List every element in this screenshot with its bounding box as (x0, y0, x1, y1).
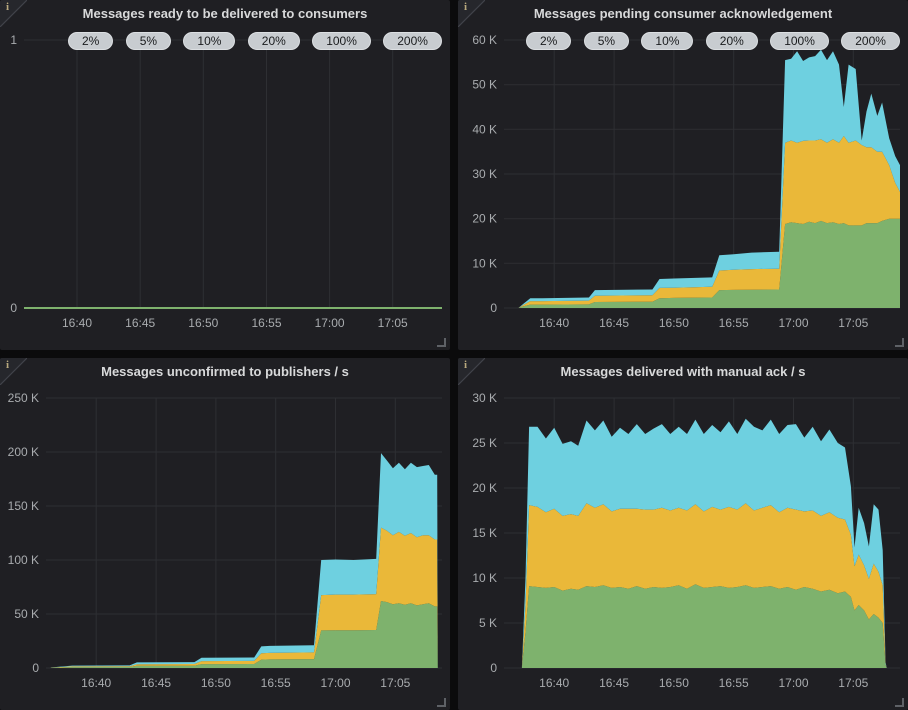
x-tick-label: 16:50 (659, 316, 689, 330)
legend-badge-200pct[interactable]: 200% (841, 32, 900, 50)
chart-plot[interactable]: 0 5 K 10 K 15 K 20 K 25 K 30 K 16:40 16:45 16:50 1… (458, 358, 908, 710)
legend-badge-20pct[interactable]: 20% (706, 32, 758, 50)
grid (24, 40, 442, 308)
chart-plot[interactable]: 0 50 K 100 K 150 K 200 K 250 K 16:40 16:45 16:50… (0, 358, 450, 710)
y-tick-label: 25 K (472, 436, 497, 450)
y-tick-label: 20 K (472, 481, 497, 495)
y-tick-label: 0 (490, 301, 497, 315)
x-tick-label: 17:05 (378, 316, 408, 330)
chart-plot[interactable]: 0 10 K 20 K 30 K 40 K 50 K 60 K 16:40 16:45 16:50… (458, 0, 908, 350)
x-tick-label: 16:50 (188, 316, 218, 330)
info-corner-triangle (0, 358, 27, 385)
legend-badge-2pct[interactable]: 2% (526, 32, 571, 50)
panel-info-corner[interactable]: i (0, 0, 27, 27)
y-tick-label: 0 (490, 661, 497, 675)
y-tick-label: 0 (32, 661, 39, 675)
y-tick-label: 150 K (8, 499, 39, 513)
panel-info-corner[interactable]: i (458, 358, 485, 385)
legend-badge-20pct[interactable]: 20% (248, 32, 300, 50)
y-tick-label: 60 K (472, 33, 497, 47)
area-green-series (522, 584, 887, 668)
x-tick-label: 16:40 (62, 316, 92, 330)
chart-plot[interactable]: 0 1 16:40 16:45 16:50 16:55 17:00 17:05 (0, 0, 450, 350)
panel-title[interactable]: Messages ready to be delivered to consum… (28, 6, 422, 21)
chart-svg: 0 10 K 20 K 30 K 40 K 50 K 60 K 16:40 16:45 16:50… (458, 0, 908, 350)
chart-svg: 0 1 16:40 16:45 16:50 16:55 17:00 17:05 (0, 0, 450, 350)
x-tick-label: 17:05 (838, 316, 868, 330)
panel-resize-handle[interactable] (895, 338, 904, 347)
legend-badge-100pct[interactable]: 100% (312, 32, 371, 50)
panel-messages-unconfirmed: i Messages unconfirmed to publishers / s… (0, 358, 450, 710)
x-tick-label: 17:05 (380, 676, 410, 690)
x-tick-label: 16:50 (659, 676, 689, 690)
info-icon: i (464, 1, 467, 13)
legend-badge-100pct[interactable]: 100% (770, 32, 829, 50)
x-tick-label: 16:45 (125, 316, 155, 330)
x-tick-label: 16:55 (719, 316, 749, 330)
y-tick-label: 0 (10, 301, 17, 315)
y-tick-label: 10 K (472, 256, 497, 270)
x-tick-label: 16:40 (539, 676, 569, 690)
panel-info-corner[interactable]: i (458, 0, 485, 27)
y-tick-label: 15 K (472, 526, 497, 540)
x-tick-label: 16:55 (251, 316, 281, 330)
y-tick-label: 1 (10, 33, 17, 47)
y-tick-label: 50 K (472, 78, 497, 92)
x-tick-label: 17:00 (778, 316, 808, 330)
x-tick-label: 16:55 (261, 676, 291, 690)
panel-resize-handle[interactable] (437, 698, 446, 707)
legend-badges-row: 2% 5% 10% 20% 100% 200% (526, 32, 900, 50)
info-corner-triangle (458, 358, 485, 385)
x-tick-label: 16:50 (201, 676, 231, 690)
panel-title[interactable]: Messages delivered with manual ack / s (486, 364, 880, 379)
legend-badge-10pct[interactable]: 10% (183, 32, 235, 50)
y-tick-label: 30 K (472, 167, 497, 181)
panel-messages-delivered: i Messages delivered with manual ack / s… (458, 358, 908, 710)
chart-svg: 0 5 K 10 K 15 K 20 K 25 K 30 K 16:40 16:45 16:50 1… (458, 358, 908, 710)
legend-badge-5pct[interactable]: 5% (126, 32, 171, 50)
y-tick-label: 30 K (472, 391, 497, 405)
chart-svg: 0 50 K 100 K 150 K 200 K 250 K 16:40 16:45 16:50… (0, 358, 450, 710)
y-tick-label: 250 K (8, 391, 39, 405)
panel-info-corner[interactable]: i (0, 358, 27, 385)
y-tick-label: 100 K (8, 553, 39, 567)
x-tick-label: 16:55 (719, 676, 749, 690)
info-icon: i (6, 1, 9, 13)
legend-badge-5pct[interactable]: 5% (584, 32, 629, 50)
info-icon: i (464, 359, 467, 371)
info-icon: i (6, 359, 9, 371)
y-tick-label: 20 K (472, 212, 497, 226)
panel-resize-handle[interactable] (895, 698, 904, 707)
x-tick-label: 16:40 (81, 676, 111, 690)
y-tick-label: 200 K (8, 445, 39, 459)
x-tick-label: 16:45 (599, 676, 629, 690)
x-tick-label: 17:05 (838, 676, 868, 690)
legend-badge-10pct[interactable]: 10% (641, 32, 693, 50)
y-tick-label: 5 K (479, 616, 497, 630)
panel-messages-pending: i Messages pending consumer acknowledgem… (458, 0, 908, 350)
panel-resize-handle[interactable] (437, 338, 446, 347)
legend-badge-2pct[interactable]: 2% (68, 32, 113, 50)
dashboard-grid: i Messages ready to be delivered to cons… (0, 0, 908, 710)
x-tick-label: 16:45 (141, 676, 171, 690)
panel-title[interactable]: Messages unconfirmed to publishers / s (28, 364, 422, 379)
panel-title[interactable]: Messages pending consumer acknowledgemen… (486, 6, 880, 21)
y-tick-label: 50 K (14, 607, 39, 621)
x-tick-label: 16:40 (539, 316, 569, 330)
y-tick-label: 10 K (472, 571, 497, 585)
panel-messages-ready: i Messages ready to be delivered to cons… (0, 0, 450, 350)
x-tick-label: 16:45 (599, 316, 629, 330)
legend-badges-row: 2% 5% 10% 20% 100% 200% (68, 32, 442, 50)
legend-badge-200pct[interactable]: 200% (383, 32, 442, 50)
info-corner-triangle (0, 0, 27, 27)
info-corner-triangle (458, 0, 485, 27)
x-tick-label: 17:00 (315, 316, 345, 330)
x-tick-label: 17:00 (320, 676, 350, 690)
x-tick-label: 17:00 (778, 676, 808, 690)
y-tick-label: 40 K (472, 122, 497, 136)
